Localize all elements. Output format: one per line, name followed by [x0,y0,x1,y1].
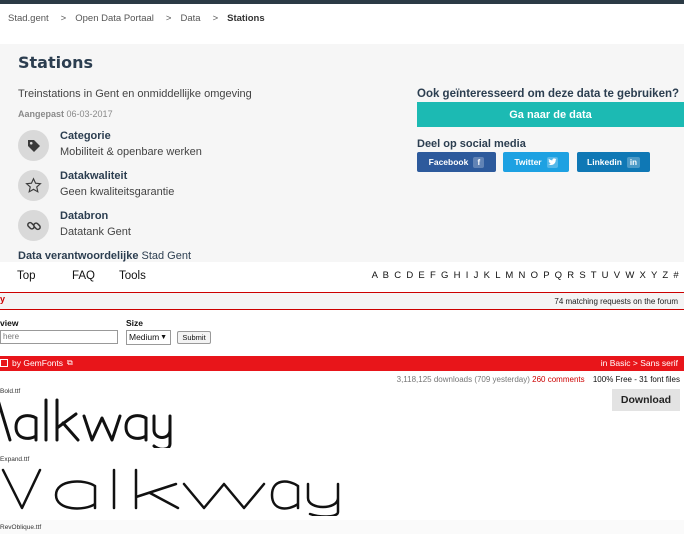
submit-button[interactable]: Submit [177,331,211,344]
adapted-label: Aangepast [18,109,65,119]
font-file-name: RevOblique.ttf [0,524,42,531]
owner-label: Data verantwoordelijke [18,250,139,262]
dataset-adapted: Aangepast 06-03-2017 [18,109,113,119]
category-label: Categorie [60,130,111,142]
size-label: Size [126,318,144,328]
category-value: Mobiliteit & openbare werken [60,146,202,158]
linkedin-share-button[interactable]: Linkedin in [577,152,650,172]
twitter-icon [546,156,558,168]
breadcrumb-separator: > [60,13,67,24]
font-header-bar [0,356,684,371]
font-sample-bold [0,396,180,453]
size-value: Medium [129,332,160,342]
next-sample-row [0,520,684,534]
font-stats: 3,118,125 downloads (709 yesterday) 260 … [397,375,680,384]
breadcrumb: Stad.gent > Open Data Portaal > Data > S… [8,13,265,24]
header-strip [0,0,684,4]
forum-requests-count[interactable]: 74 matching requests on the forum [554,297,678,306]
font-sample-expand [0,464,345,521]
twitter-share-button[interactable]: Twitter [503,152,569,172]
quality-value: Geen kwaliteitsgarantie [60,186,175,198]
font-file-name: Bold.ttf [0,388,21,395]
preview-input[interactable]: here [0,330,118,344]
download-button[interactable]: Download [612,389,680,411]
font-category[interactable]: in Basic > Sans serif [601,358,678,368]
dataset-description: Treinstations in Gent en onmiddellijke o… [18,88,252,100]
nav-tools[interactable]: Tools [119,270,146,282]
font-author: by GemFonts ⧉ [0,358,73,368]
breadcrumb-data[interactable]: Data [180,13,200,24]
external-link-icon[interactable]: ⧉ [67,358,73,368]
tag-icon [18,130,49,161]
nav-faq[interactable]: FAQ [72,270,95,282]
breadcrumb-separator: > [212,13,219,24]
breadcrumb-current: Stations [227,13,265,24]
interest-question: Ook geïnteresseerd om deze data te gebru… [417,88,680,100]
breadcrumb-home[interactable]: Stad.gent [8,13,49,24]
facebook-label: Facebook [428,157,469,167]
linkedin-label: Linkedin [587,157,622,167]
preview-label: view [0,318,19,328]
data-owner: Data verantwoordelijke Stad Gent [18,250,191,262]
nav-top[interactable]: Top [17,270,36,282]
go-to-data-button[interactable]: Ga naar de data [417,102,684,127]
breadcrumb-separator: > [165,13,172,24]
size-select[interactable]: Medium ▼ [126,330,171,345]
facebook-share-button[interactable]: Facebook f [417,152,496,172]
facebook-icon: f [473,156,485,168]
chevron-down-icon: ▼ [160,334,167,341]
alphabet-index[interactable]: A B C D E F G H I J K L M N O P Q R S T … [372,270,680,281]
divider [0,309,684,310]
source-label: Databron [60,210,109,222]
star-icon [18,170,49,201]
link-icon [18,210,49,241]
owner-value: Stad Gent [141,250,192,262]
forum-link[interactable]: y [0,294,5,304]
font-file-name: Expand.ttf [0,456,30,463]
source-value: Datatank Gent [60,226,131,238]
page-title: Stations [18,53,94,72]
font-author-link[interactable]: by GemFonts [12,358,63,368]
comments-link[interactable]: 260 comments [532,375,584,384]
adapted-date: 06-03-2017 [66,109,113,119]
twitter-label: Twitter [514,157,542,167]
license-info: 100% Free - 31 font files [592,375,680,384]
share-title: Deel op social media [417,138,526,150]
font-box-icon [0,359,8,367]
download-count: 3,118,125 downloads (709 yesterday) [396,375,530,384]
breadcrumb-open-data[interactable]: Open Data Portaal [75,13,154,24]
linkedin-icon: in [626,156,640,168]
quality-label: Datakwaliteit [60,170,128,182]
